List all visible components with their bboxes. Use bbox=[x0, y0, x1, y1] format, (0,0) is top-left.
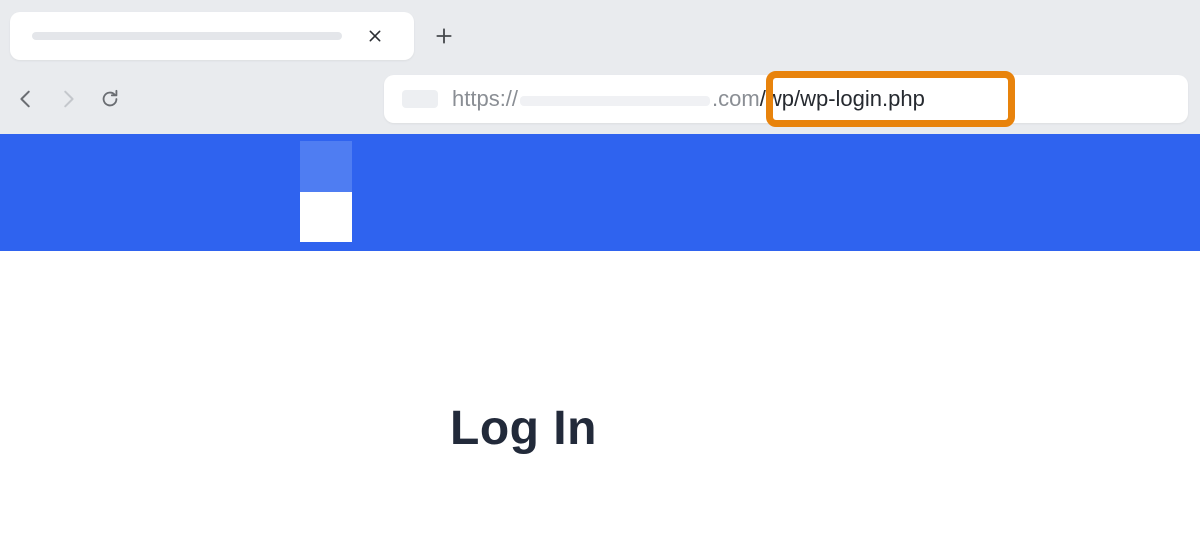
page-header-banner bbox=[0, 134, 1200, 251]
reload-icon bbox=[99, 88, 121, 110]
close-icon bbox=[367, 28, 383, 44]
site-identity-placeholder bbox=[402, 90, 438, 108]
browser-toolbar: https:// .com /wp/wp-login.php bbox=[0, 64, 1200, 134]
new-tab-button[interactable] bbox=[428, 20, 460, 52]
reload-button[interactable] bbox=[90, 79, 130, 119]
tab-title-placeholder bbox=[32, 32, 342, 40]
site-logo bbox=[300, 141, 352, 242]
browser-chrome: https:// .com /wp/wp-login.php bbox=[0, 0, 1200, 134]
url-scheme: https:// bbox=[452, 86, 518, 112]
url-text: https:// .com /wp/wp-login.php bbox=[452, 86, 925, 112]
chevron-left-icon bbox=[15, 88, 37, 110]
login-heading: Log In bbox=[450, 401, 1200, 456]
url-tld: .com bbox=[712, 86, 760, 112]
page-content: Log In bbox=[0, 251, 1200, 456]
browser-tab[interactable] bbox=[10, 12, 414, 60]
plus-icon bbox=[434, 26, 454, 46]
url-domain-placeholder bbox=[520, 96, 710, 106]
back-button[interactable] bbox=[6, 79, 46, 119]
address-bar[interactable]: https:// .com /wp/wp-login.php bbox=[384, 75, 1188, 123]
close-tab-button[interactable] bbox=[362, 23, 388, 49]
url-path: /wp/wp-login.php bbox=[760, 86, 925, 112]
chevron-right-icon bbox=[57, 88, 79, 110]
tab-strip bbox=[0, 8, 1200, 64]
logo-top-block bbox=[300, 141, 352, 192]
forward-button[interactable] bbox=[48, 79, 88, 119]
page-body: Log In bbox=[0, 134, 1200, 456]
logo-bottom-block bbox=[300, 192, 352, 242]
